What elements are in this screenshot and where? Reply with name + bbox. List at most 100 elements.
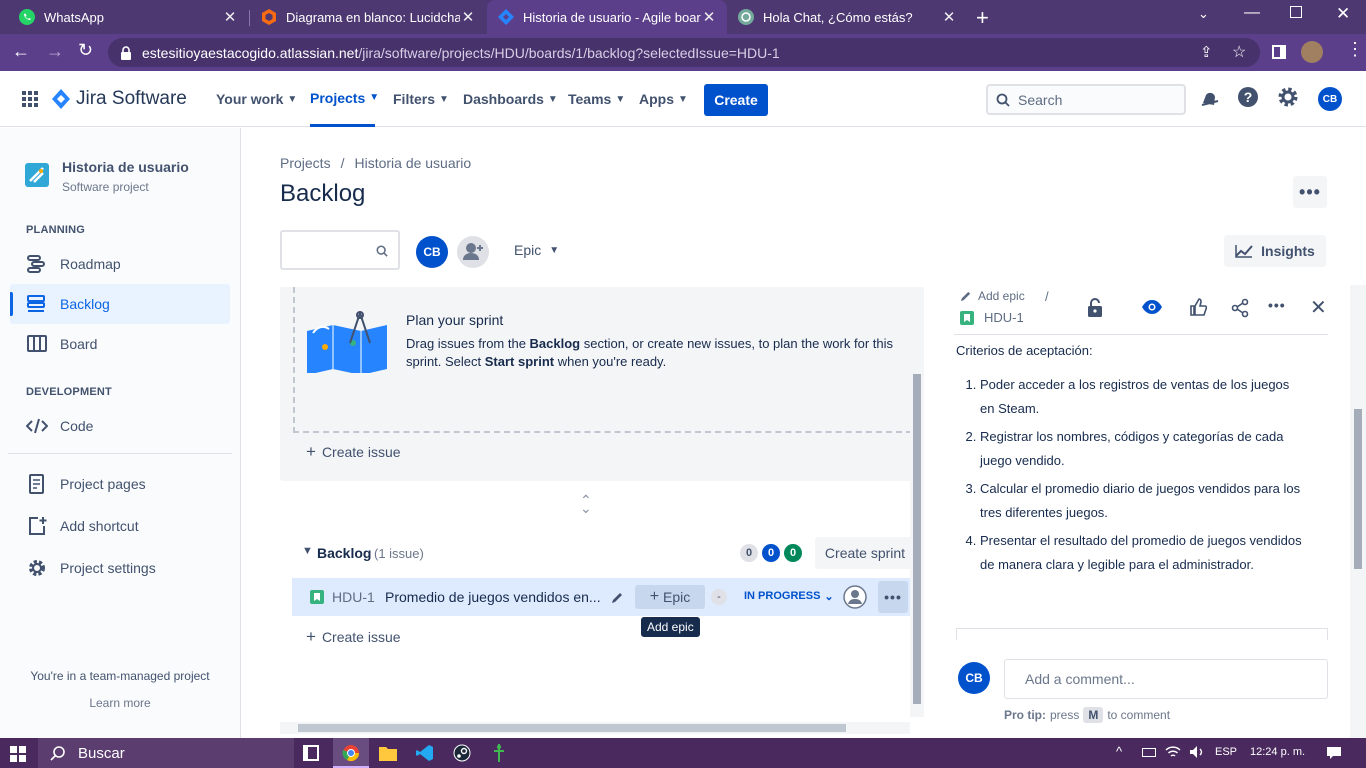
git-app-icon[interactable] bbox=[490, 743, 508, 763]
watch-eye-icon[interactable] bbox=[1141, 299, 1163, 315]
project-name[interactable]: Historia de usuario bbox=[62, 159, 189, 175]
create-button[interactable]: Create bbox=[704, 84, 768, 116]
taskbar-search[interactable]: Buscar bbox=[38, 738, 294, 768]
forward-icon[interactable]: → bbox=[46, 41, 64, 62]
nav-apps[interactable]: Apps ▼ bbox=[639, 71, 688, 127]
nav-filters[interactable]: Filters ▼ bbox=[393, 71, 449, 127]
breadcrumb-projects[interactable]: Projects bbox=[280, 155, 331, 171]
sidebar-item-roadmap[interactable]: Roadmap bbox=[10, 244, 230, 284]
windows-start-icon[interactable] bbox=[10, 746, 26, 762]
tab-chatgpt[interactable]: Hola Chat, ¿Cómo estás? ✕ bbox=[727, 0, 967, 34]
window-close-button[interactable]: ✕ bbox=[1336, 4, 1350, 24]
close-icon[interactable]: ✕ bbox=[460, 8, 476, 26]
learn-more-link[interactable]: Learn more bbox=[0, 696, 240, 710]
scrollbar-thumb[interactable] bbox=[1354, 409, 1362, 569]
issue-more-button[interactable]: ••• bbox=[878, 581, 908, 613]
language-indicator[interactable]: ESP bbox=[1215, 746, 1237, 758]
scrollbar-thumb[interactable] bbox=[298, 724, 846, 732]
comment-input[interactable]: Add a comment... bbox=[1004, 659, 1328, 699]
sidebar-item-add-shortcut[interactable]: Add shortcut bbox=[10, 506, 230, 546]
detail-issue-key[interactable]: HDU-1 bbox=[984, 310, 1024, 325]
sidebar-item-code[interactable]: Code bbox=[10, 406, 230, 446]
bookmark-star-icon[interactable]: ☆ bbox=[1232, 42, 1246, 62]
nav-teams[interactable]: Teams ▼ bbox=[568, 71, 625, 127]
more-options-icon[interactable]: ••• bbox=[1268, 297, 1286, 313]
issue-detail-panel: Add epic / HDU-1 ••• ✕ Criterios de acep… bbox=[926, 285, 1366, 738]
url-field[interactable]: estesitioyaestacogido.atlassian.net/jira… bbox=[108, 38, 1260, 67]
breadcrumb-project[interactable]: Historia de usuario bbox=[354, 155, 471, 171]
main-vertical-scrollbar[interactable] bbox=[910, 287, 924, 717]
create-sprint-button[interactable]: Create sprint bbox=[815, 537, 915, 569]
sidebar-item-board[interactable]: Board bbox=[10, 324, 230, 364]
reload-icon[interactable]: ↻ bbox=[78, 40, 93, 61]
like-thumb-icon[interactable] bbox=[1189, 298, 1207, 316]
maximize-button[interactable] bbox=[1290, 6, 1302, 18]
file-explorer-icon[interactable] bbox=[379, 745, 397, 761]
help-icon[interactable]: ? bbox=[1237, 86, 1263, 112]
more-actions-button[interactable]: ••• bbox=[1293, 176, 1327, 208]
profile-avatar[interactable] bbox=[1301, 41, 1323, 63]
create-issue-button[interactable]: + Create issue bbox=[306, 443, 401, 460]
close-icon[interactable]: ✕ bbox=[941, 8, 957, 26]
assignee-avatar-filter[interactable]: CB bbox=[416, 236, 448, 268]
minimize-button[interactable]: — bbox=[1244, 4, 1260, 22]
sidebar-item-project-pages[interactable]: Project pages bbox=[10, 464, 230, 504]
team-managed-note: You're in a team-managed project bbox=[30, 669, 210, 683]
side-panel-icon[interactable] bbox=[1272, 45, 1286, 59]
insights-button[interactable]: Insights bbox=[1224, 235, 1326, 267]
issue-key[interactable]: HDU-1 bbox=[332, 589, 375, 605]
nav-projects[interactable]: Projects ▼ bbox=[310, 71, 379, 127]
jira-logo[interactable]: Jira Software bbox=[52, 88, 187, 110]
unassigned-avatar-icon[interactable] bbox=[843, 585, 867, 609]
edit-pencil-icon[interactable] bbox=[611, 591, 624, 604]
back-icon[interactable]: ← bbox=[12, 41, 30, 62]
add-epic-link[interactable]: Add epic bbox=[960, 289, 1025, 303]
new-tab-button[interactable]: + bbox=[976, 5, 989, 31]
browser-menu-icon[interactable]: ⋮ bbox=[1346, 40, 1364, 58]
create-issue-button-2[interactable]: + Create issue bbox=[306, 628, 401, 645]
clock[interactable]: 12:24 p. m. bbox=[1250, 746, 1305, 758]
close-panel-icon[interactable]: ✕ bbox=[1310, 295, 1327, 320]
nav-your-work[interactable]: Your work ▼ bbox=[216, 71, 297, 127]
main-horizontal-scrollbar[interactable] bbox=[280, 722, 910, 734]
tab-whatsapp[interactable]: WhatsApp ✕ bbox=[8, 0, 248, 34]
issue-summary[interactable]: Promedio de juegos vendidos en... bbox=[385, 589, 601, 605]
backlog-search-input[interactable] bbox=[280, 230, 400, 270]
lock-open-icon[interactable] bbox=[1086, 298, 1104, 318]
vscode-icon[interactable] bbox=[416, 744, 434, 762]
wifi-icon[interactable] bbox=[1165, 745, 1181, 759]
task-view-icon[interactable] bbox=[303, 745, 319, 761]
sidebar-item-project-settings[interactable]: Project settings bbox=[10, 548, 230, 588]
issue-row[interactable]: HDU-1 Promedio de juegos vendidos en... … bbox=[292, 578, 910, 616]
tab-jira[interactable]: Historia de usuario - Agile board ✕ bbox=[487, 0, 727, 34]
tab-lucidchart[interactable]: Diagrama en blanco: Lucidchart ✕ bbox=[250, 0, 486, 34]
app-switcher-icon[interactable] bbox=[22, 91, 38, 107]
steam-icon[interactable] bbox=[453, 744, 471, 762]
user-avatar[interactable]: CB bbox=[1318, 87, 1342, 111]
story-points-badge[interactable]: - bbox=[711, 589, 727, 605]
shortcut-key: M bbox=[1083, 707, 1104, 723]
add-people-button[interactable] bbox=[457, 236, 489, 268]
sidebar-item-backlog[interactable]: Backlog bbox=[10, 284, 230, 324]
resize-handle-icon[interactable]: ⌃ ⌄ bbox=[580, 493, 592, 515]
scrollbar-thumb[interactable] bbox=[913, 374, 921, 704]
notifications-icon[interactable] bbox=[1197, 86, 1223, 112]
epic-filter-dropdown[interactable]: Epic ▼ bbox=[514, 242, 559, 258]
share-page-icon[interactable]: ⇪ bbox=[1200, 43, 1213, 61]
panel-scrollbar[interactable] bbox=[1350, 285, 1366, 738]
tab-search-icon[interactable]: ⌄ bbox=[1198, 6, 1209, 22]
close-icon[interactable]: ✕ bbox=[222, 8, 238, 26]
taskbar-chrome[interactable] bbox=[333, 738, 369, 768]
close-icon[interactable]: ✕ bbox=[701, 8, 717, 26]
settings-gear-icon[interactable] bbox=[1277, 86, 1303, 112]
share-icon[interactable] bbox=[1230, 298, 1250, 318]
volume-icon[interactable] bbox=[1189, 745, 1205, 759]
collapse-chevron-icon[interactable]: ▼ bbox=[302, 545, 313, 557]
add-epic-button[interactable]: + Epic bbox=[635, 585, 705, 609]
nav-dashboards[interactable]: Dashboards ▼ bbox=[463, 71, 558, 127]
notification-center-icon[interactable] bbox=[1326, 746, 1342, 760]
tray-overflow-icon[interactable]: ^ bbox=[1116, 744, 1122, 759]
battery-icon[interactable] bbox=[1142, 748, 1156, 757]
status-dropdown[interactable]: IN PROGRESS ⌄ bbox=[744, 590, 834, 603]
search-input[interactable]: Search bbox=[986, 84, 1186, 115]
